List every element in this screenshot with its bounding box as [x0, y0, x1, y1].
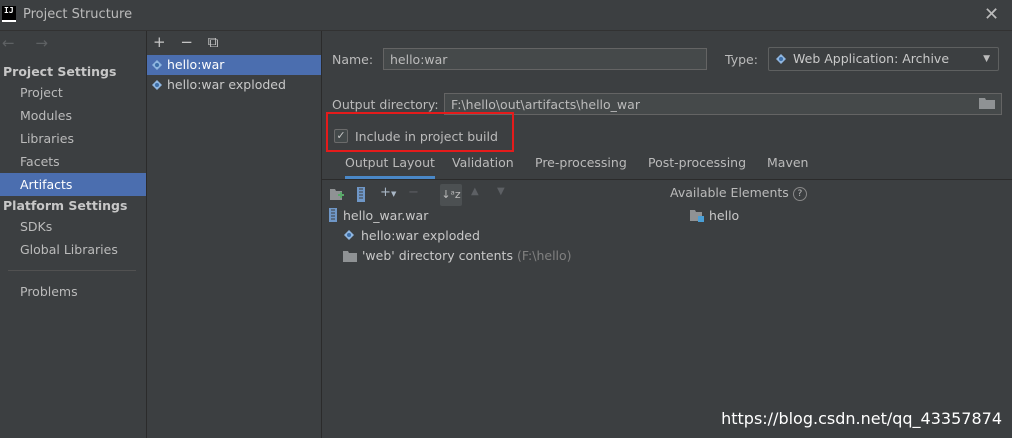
available-elements-label: Available Elements: [670, 185, 789, 200]
close-icon[interactable]: ✕: [984, 4, 999, 25]
web-artifact-icon: [152, 60, 162, 70]
nav-item-project[interactable]: Project: [0, 81, 146, 104]
layout-tree-root[interactable]: hello_war.war: [328, 208, 428, 223]
nav-divider: [8, 270, 136, 271]
settings-nav: ← → Project Settings Project Modules Lib…: [0, 31, 147, 438]
chevron-down-icon: ▼: [983, 54, 990, 64]
tab-output-layout[interactable]: Output Layout: [345, 155, 435, 179]
move-up-icon[interactable]: ▲: [471, 186, 479, 197]
type-select[interactable]: Web Application: Archive ▼: [768, 47, 999, 71]
folder-icon: [343, 251, 357, 262]
tab-divider: [322, 179, 1012, 180]
nav-section-platform-settings: Platform Settings: [3, 198, 128, 213]
nav-item-problems[interactable]: Problems: [0, 280, 146, 303]
watermark-text: https://blog.csdn.net/qq_43357874: [721, 409, 1002, 428]
remove-artifact-icon[interactable]: −: [180, 33, 193, 51]
layout-tree-root-label: hello_war.war: [343, 208, 429, 223]
tab-post-processing[interactable]: Post-processing: [648, 155, 746, 170]
intellij-app-icon: IJ: [2, 6, 16, 22]
include-in-build-checkbox[interactable]: ✓: [334, 129, 348, 143]
nav-item-facets[interactable]: Facets: [0, 150, 146, 173]
artifact-item-hello-war[interactable]: hello:war: [147, 55, 321, 75]
output-directory-value: F:\hello\out\artifacts\hello_war: [451, 97, 640, 112]
window-title: Project Structure: [23, 7, 133, 22]
nav-item-libraries[interactable]: Libraries: [0, 127, 146, 150]
available-element-label: hello: [709, 208, 740, 223]
nav-section-project-settings: Project Settings: [3, 64, 117, 79]
tab-maven[interactable]: Maven: [767, 155, 808, 170]
archive-icon: [329, 208, 337, 222]
nav-item-modules[interactable]: Modules: [0, 104, 146, 127]
copy-artifact-icon[interactable]: ⧉: [208, 33, 219, 51]
title-bar: IJ Project Structure ✕: [0, 0, 1012, 31]
move-down-icon[interactable]: ▼: [497, 186, 505, 197]
output-directory-label: Output directory:: [332, 97, 439, 112]
nav-item-artifacts[interactable]: Artifacts: [0, 173, 146, 196]
archive-icon[interactable]: [356, 187, 366, 202]
folder-browse-icon[interactable]: [979, 97, 995, 109]
back-forward-icons[interactable]: ← →: [2, 34, 56, 52]
include-in-build-label: Include in project build: [355, 129, 498, 144]
add-dropdown-chevron-icon[interactable]: ▼: [391, 190, 396, 198]
web-artifact-icon: [776, 54, 786, 64]
artifact-list-toolbar: + − ⧉: [153, 33, 228, 51]
add-artifact-icon[interactable]: +: [153, 33, 166, 51]
layout-tree-item-hint: (F:\hello): [516, 248, 572, 263]
layout-tree-item[interactable]: hello:war exploded: [343, 228, 480, 243]
artifact-item-hello-war-exploded[interactable]: hello:war exploded: [147, 75, 321, 95]
available-elements-header: Available Elements?: [670, 185, 807, 201]
available-element-item[interactable]: hello: [690, 208, 739, 223]
add-element-icon[interactable]: +: [380, 185, 391, 200]
type-label: Type:: [725, 52, 758, 67]
tab-validation[interactable]: Validation: [452, 155, 514, 170]
help-icon[interactable]: ?: [792, 187, 807, 201]
layout-tree-item[interactable]: 'web' directory contents (F:\hello): [343, 248, 572, 263]
sort-elements-icon[interactable]: ↓ᵃz: [440, 184, 462, 206]
remove-element-icon[interactable]: −: [408, 185, 419, 200]
web-artifact-icon: [152, 80, 162, 90]
artifact-details-panel: Name: hello:war Type: Web Application: A…: [322, 31, 1012, 438]
module-folder-icon: [690, 210, 704, 222]
artifact-item-label: hello:war exploded: [167, 77, 286, 92]
output-directory-field[interactable]: F:\hello\out\artifacts\hello_war: [444, 93, 1002, 115]
create-directory-icon[interactable]: [330, 188, 344, 201]
artifact-list-panel: + − ⧉ hello:war hello:war exploded: [147, 31, 322, 438]
layout-tree-item-label: 'web' directory contents: [362, 248, 513, 263]
nav-item-global-libraries[interactable]: Global Libraries: [0, 238, 146, 261]
nav-item-sdks[interactable]: SDKs: [0, 215, 146, 238]
type-select-value: Web Application: Archive: [793, 51, 950, 66]
name-label: Name:: [332, 52, 374, 67]
tab-pre-processing[interactable]: Pre-processing: [535, 155, 627, 170]
name-field[interactable]: hello:war: [383, 48, 707, 70]
artifact-item-label: hello:war: [167, 57, 225, 72]
layout-tree-item-label: hello:war exploded: [361, 228, 480, 243]
web-artifact-icon: [344, 230, 354, 240]
